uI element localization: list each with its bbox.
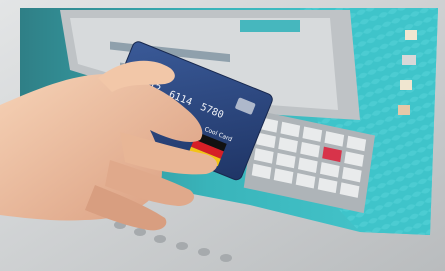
bezel-button[interactable] [198, 248, 210, 256]
kiosk-scene: 2012 6114 5780 Cool Card [0, 0, 445, 271]
computer-icon[interactable] [402, 55, 416, 65]
folder-icon[interactable] [398, 105, 410, 115]
folder-icon[interactable] [405, 30, 417, 40]
bezel-button[interactable] [220, 254, 232, 262]
window-label-box [240, 20, 300, 32]
bezel-button[interactable] [176, 242, 188, 250]
bezel-button[interactable] [154, 235, 166, 243]
document-icon[interactable] [400, 80, 412, 90]
